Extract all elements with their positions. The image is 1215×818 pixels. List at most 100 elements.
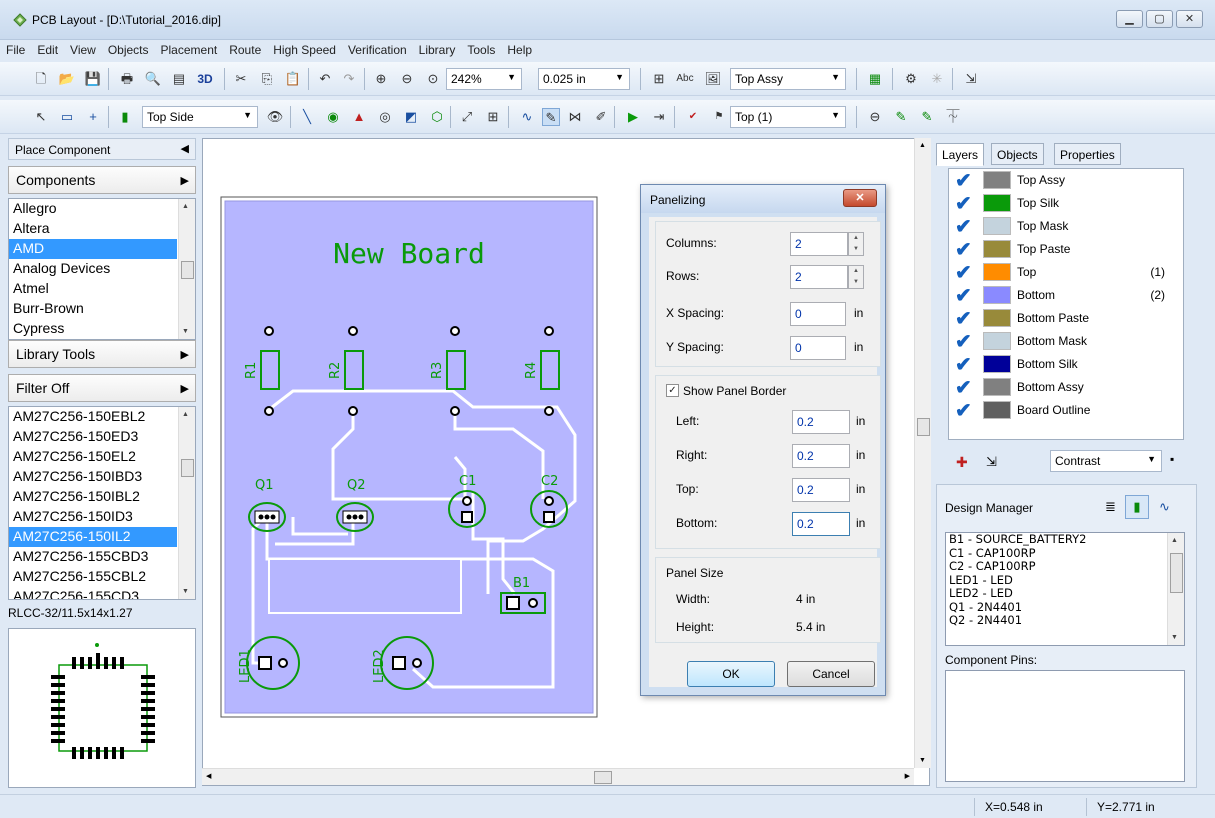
- text-icon[interactable]: Abc: [676, 70, 694, 88]
- tab-layers[interactable]: Layers: [936, 143, 985, 166]
- cancel-button[interactable]: Cancel: [787, 661, 875, 687]
- list-item[interactable]: C1 - CAP100RP: [946, 546, 1184, 561]
- measure-icon[interactable]: ▭: [58, 108, 76, 126]
- list-icon[interactable]: ≣: [1105, 499, 1116, 515]
- menu-tools[interactable]: Tools: [461, 40, 501, 57]
- export-icon[interactable]: ⇲: [962, 70, 980, 88]
- list-item[interactable]: Cypress: [9, 319, 177, 339]
- check-icon[interactable]: ✔: [955, 217, 981, 237]
- list-item[interactable]: Allegro: [9, 199, 177, 219]
- print-icon[interactable]: 🖶: [118, 70, 136, 88]
- paste-icon[interactable]: 📋: [284, 70, 302, 88]
- menu-help[interactable]: Help: [501, 40, 538, 57]
- report-icon[interactable]: ▤: [170, 70, 188, 88]
- polygon-icon[interactable]: ◩: [402, 108, 420, 126]
- menu-route[interactable]: Route: [223, 40, 267, 57]
- dialog-close-button[interactable]: ✕: [843, 189, 877, 207]
- manufacturer-list[interactable]: Allegro Altera AMD Analog Devices Atmel …: [8, 198, 196, 340]
- list-item[interactable]: Analog Devices: [9, 259, 177, 279]
- list-item[interactable]: Atmel: [9, 279, 177, 299]
- tab-properties[interactable]: Properties: [1054, 143, 1121, 165]
- check-icon[interactable]: ✔: [955, 171, 981, 191]
- check-icon[interactable]: ✔: [955, 286, 981, 306]
- trace-top-icon[interactable]: ✎: [892, 108, 910, 126]
- grid-combo[interactable]: 0.025 in ▼: [538, 68, 630, 90]
- properties-icon[interactable]: ⊞: [650, 70, 668, 88]
- menu-file[interactable]: File: [0, 40, 31, 57]
- zoom-combo[interactable]: 242% ▼: [446, 68, 522, 90]
- link-icon[interactable]: ⊖: [866, 108, 884, 126]
- drc-icon[interactable]: ✔: [684, 108, 702, 126]
- layer-row[interactable]: ✔ Bottom Silk: [955, 353, 1179, 376]
- menu-edit[interactable]: Edit: [31, 40, 64, 57]
- list-item[interactable]: AM27C256-150ED3: [9, 427, 177, 447]
- check-icon[interactable]: ✔: [955, 401, 981, 421]
- list-item[interactable]: LED1 - LED: [946, 573, 1184, 588]
- list-item[interactable]: AM27C256-155CD3: [9, 587, 177, 599]
- menu-high-speed[interactable]: High Speed: [267, 40, 342, 57]
- ok-button[interactable]: OK: [687, 661, 775, 687]
- component-pins-list[interactable]: [945, 670, 1185, 782]
- cut-icon[interactable]: ✂: [232, 70, 250, 88]
- line-icon[interactable]: ╲: [298, 108, 316, 126]
- menu-library[interactable]: Library: [413, 40, 462, 57]
- undo-icon[interactable]: ↶: [316, 70, 334, 88]
- show-border-checkbox[interactable]: ✓: [666, 384, 679, 397]
- canvas-horizontal-scrollbar[interactable]: ◀ ▶: [202, 768, 914, 785]
- zoom-out-icon[interactable]: ⊖: [398, 70, 416, 88]
- list-item[interactable]: AM27C256-150IBD3: [9, 467, 177, 487]
- route-icon[interactable]: ∿: [518, 108, 536, 126]
- scrollbar[interactable]: ▲ ▼: [1167, 533, 1184, 645]
- route-manual-icon[interactable]: ✎: [542, 108, 560, 126]
- list-item[interactable]: AM27C256-150IBL2: [9, 487, 177, 507]
- filter-button[interactable]: Filter Off ▶: [8, 374, 196, 402]
- list-item[interactable]: Altera: [9, 219, 177, 239]
- menu-verification[interactable]: Verification: [342, 40, 413, 57]
- columns-stepper[interactable]: ▲ ▼: [848, 232, 864, 256]
- add-layer-icon[interactable]: ✚: [956, 454, 968, 471]
- check-icon[interactable]: ✔: [955, 194, 981, 214]
- components-button[interactable]: Components ▶: [8, 166, 196, 194]
- list-item[interactable]: AM27C256-150ID3: [9, 507, 177, 527]
- design-manager-list[interactable]: B1 - SOURCE_BATTERY2 C1 - CAP100RP C2 - …: [945, 532, 1185, 646]
- bottom-input[interactable]: 0.2: [792, 512, 850, 536]
- binoculars-icon[interactable]: 👁: [266, 108, 284, 126]
- minimize-button[interactable]: ▁: [1116, 10, 1143, 28]
- list-item[interactable]: Q2 - 2N4401: [946, 613, 1184, 628]
- check-icon[interactable]: ✔: [955, 240, 981, 260]
- net-mode-icon[interactable]: ∿: [1159, 499, 1170, 515]
- library-tools-button[interactable]: Library Tools ▶: [8, 340, 196, 368]
- arc-icon[interactable]: ▲: [350, 108, 368, 126]
- layer-row[interactable]: ✔ Top Silk: [955, 192, 1179, 215]
- save-icon[interactable]: 💾: [84, 70, 102, 88]
- board-icon[interactable]: ▦: [866, 70, 884, 88]
- layer-row[interactable]: ✔ Top (1): [955, 261, 1179, 284]
- open-folder-icon[interactable]: 📂: [58, 70, 76, 88]
- autoroute-icon[interactable]: ⇥: [650, 108, 668, 126]
- top-input[interactable]: 0.2: [792, 478, 850, 502]
- layer-view-combo[interactable]: Top Assy ▼: [730, 68, 846, 90]
- pad-icon[interactable]: ◉: [324, 108, 342, 126]
- list-item[interactable]: AM27C256-150EL2: [9, 447, 177, 467]
- check-icon[interactable]: ✔: [955, 378, 981, 398]
- layer-settings-icon[interactable]: ⇲: [986, 454, 997, 470]
- list-item-selected[interactable]: AMD: [9, 239, 177, 259]
- copy-icon[interactable]: ⎘: [258, 70, 276, 88]
- check-icon[interactable]: ✔: [955, 355, 981, 375]
- new-file-icon[interactable]: 🗋: [32, 70, 50, 88]
- route-split-icon[interactable]: ⋈: [566, 108, 584, 126]
- scrollbar[interactable]: ▲ ▼: [178, 407, 195, 599]
- list-item[interactable]: AM27C256-155CBD3: [9, 547, 177, 567]
- disabled-tool-icon[interactable]: ✳: [928, 70, 946, 88]
- route-edit-icon[interactable]: ✐: [592, 108, 610, 126]
- layer-row[interactable]: ✔ Bottom (2): [955, 284, 1179, 307]
- check-icon[interactable]: ✔: [955, 309, 981, 329]
- rows-input[interactable]: 2: [790, 265, 848, 289]
- layer-row[interactable]: ✔ Board Outline: [955, 399, 1179, 422]
- waveform-icon[interactable]: ⏇: [944, 108, 962, 126]
- left-input[interactable]: 0.2: [792, 410, 850, 434]
- layer-row[interactable]: ✔ Top Paste: [955, 238, 1179, 261]
- layers-list[interactable]: ✔ Top Assy ✔ Top Silk ✔ Top Mask ✔ Top Paste…: [948, 168, 1184, 440]
- rows-stepper[interactable]: ▲ ▼: [848, 265, 864, 289]
- columns-input[interactable]: 2: [790, 232, 848, 256]
